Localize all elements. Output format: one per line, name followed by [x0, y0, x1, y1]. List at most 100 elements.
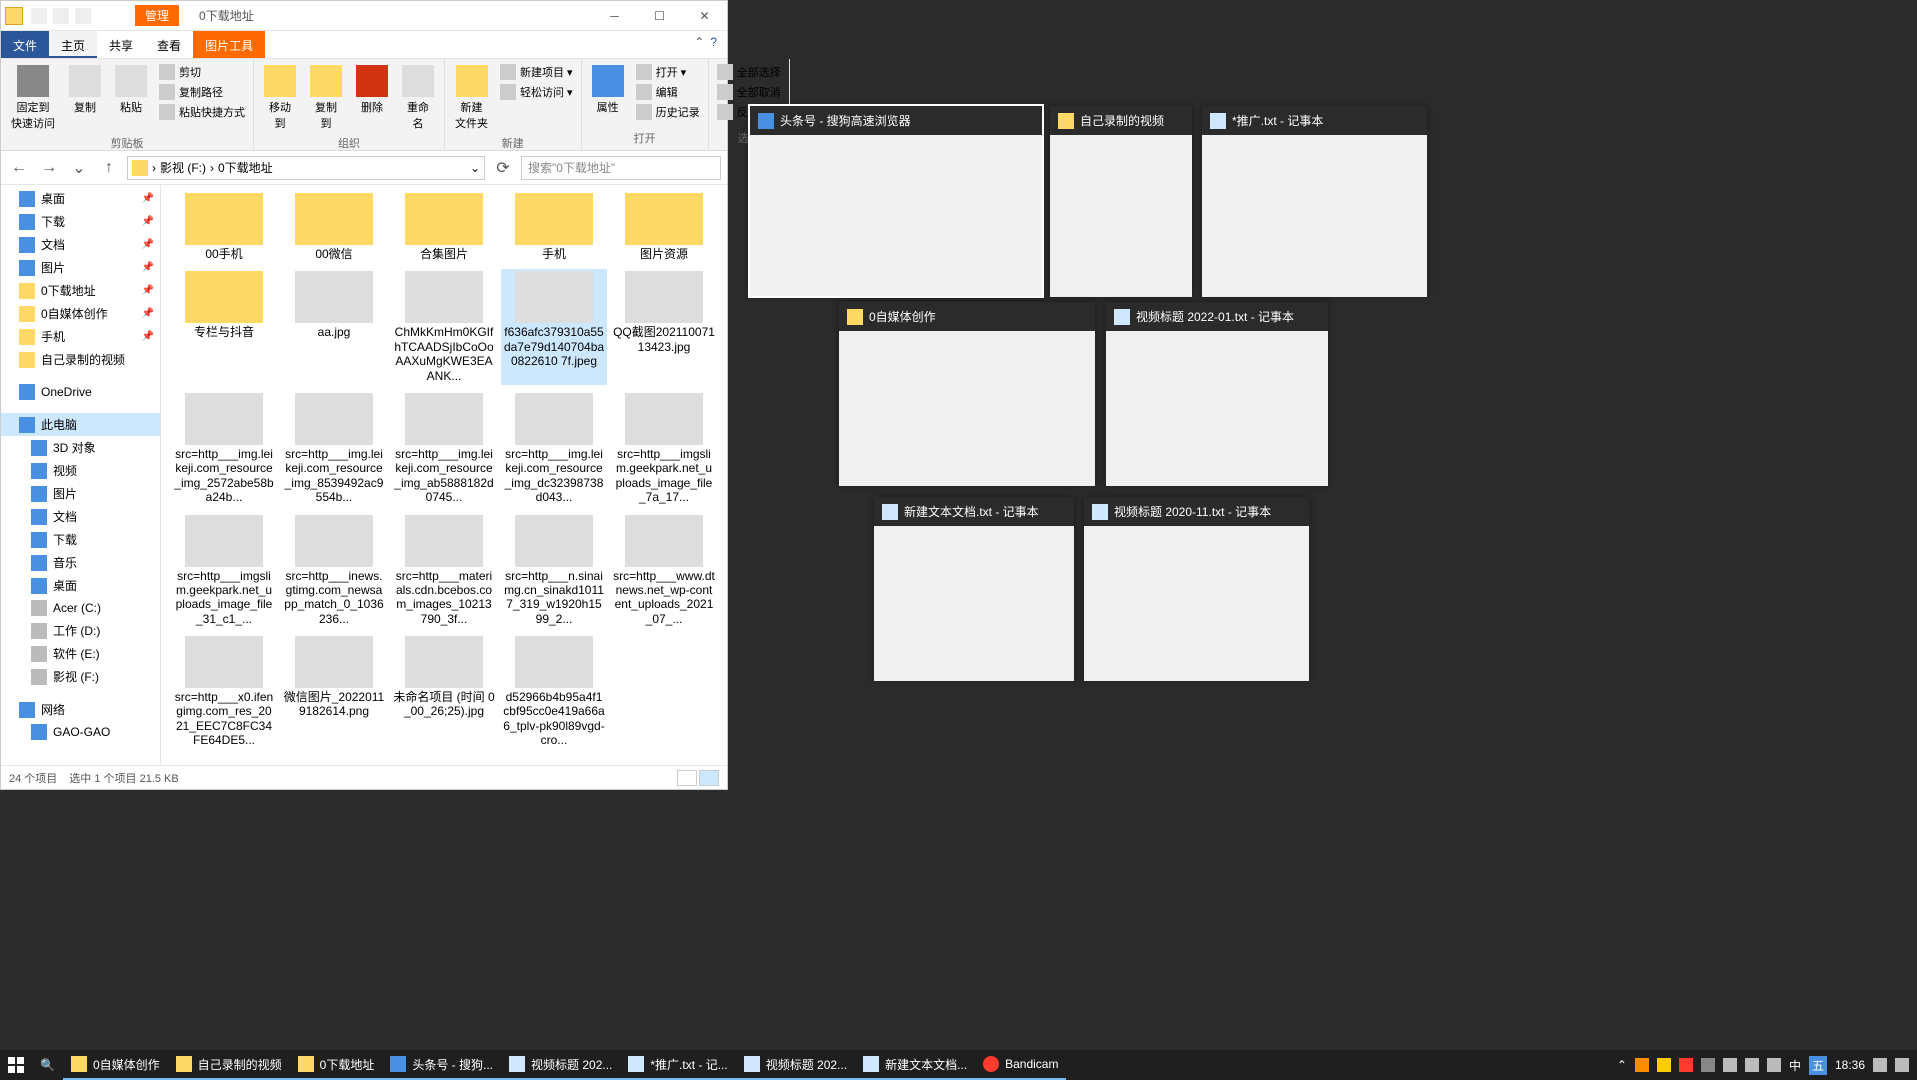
nav-item[interactable]: 0自媒体创作📌 — [1, 302, 160, 325]
task-thumbnail[interactable]: 0自媒体创作 — [839, 302, 1095, 485]
nav-item[interactable]: 下载📌 — [1, 210, 160, 233]
copy-path-button[interactable]: 复制路径 — [157, 83, 247, 101]
taskbar-item[interactable]: Bandicam — [975, 1050, 1066, 1080]
file-item[interactable]: src=http___materials.cdn.bcebos.com_imag… — [391, 513, 497, 629]
close-button[interactable]: ✕ — [682, 2, 727, 30]
file-item[interactable]: src=http___img.leikeji.com_resource_img_… — [171, 391, 277, 507]
paste-button[interactable]: 粘贴 — [111, 63, 151, 117]
file-item[interactable]: src=http___x0.ifengimg.com_res_2021_EEC7… — [171, 634, 277, 750]
tray-icon[interactable] — [1701, 1058, 1715, 1072]
nav-thispc[interactable]: 此电脑 — [1, 413, 160, 436]
taskbar-item[interactable]: 视频标题 202... — [501, 1050, 620, 1080]
taskbar-item[interactable]: 0自媒体创作 — [63, 1050, 168, 1080]
new-folder-button[interactable]: 新建 文件夹 — [451, 63, 492, 133]
task-thumbnail[interactable]: 视频标题 2020-11.txt - 记事本 — [1084, 497, 1309, 680]
nav-onedrive[interactable]: OneDrive — [1, 381, 160, 403]
nav-item[interactable]: 图片 — [1, 482, 160, 505]
battery-icon[interactable] — [1723, 1058, 1737, 1072]
taskbar-item[interactable]: 自己录制的视频 — [168, 1050, 290, 1080]
search-button[interactable]: 🔍 — [32, 1050, 63, 1080]
open-button[interactable]: 打开 ▾ — [634, 63, 702, 81]
file-item[interactable]: 专栏与抖音 — [171, 269, 277, 385]
up-button[interactable]: ↑ — [97, 156, 121, 180]
tray-icon[interactable] — [1657, 1058, 1671, 1072]
properties-button[interactable]: 属性 — [588, 63, 628, 117]
address-bar[interactable]: › 影视 (F:) › 0下载地址 ⌄ — [127, 156, 485, 180]
notifications-icon[interactable] — [1873, 1058, 1887, 1072]
task-thumbnail[interactable]: 头条号 - 搜狗高速浏览器 — [750, 106, 1042, 296]
details-view-button[interactable] — [677, 770, 697, 786]
ime-mode[interactable]: 五 — [1809, 1056, 1827, 1075]
nav-item[interactable]: 文档📌 — [1, 233, 160, 256]
file-item[interactable]: 合集图片 — [391, 191, 497, 263]
task-view-button[interactable] — [1895, 1058, 1909, 1072]
tab-file[interactable]: 文件 — [1, 31, 49, 58]
forward-button[interactable]: → — [37, 156, 61, 180]
file-item[interactable]: d52966b4b95a4f1cbf95cc0e419a66a6_tplv-pk… — [501, 634, 607, 750]
new-item-button[interactable]: 新建项目 ▾ — [498, 63, 575, 81]
maximize-button[interactable]: ☐ — [637, 2, 682, 30]
nav-item[interactable]: 音乐 — [1, 551, 160, 574]
file-item[interactable]: src=http___www.dtnews.net_wp-content_upl… — [611, 513, 717, 629]
help-button[interactable]: ? — [710, 35, 717, 54]
file-item[interactable]: ChMkKmHm0KGIfhTCAADSjIbCoOoAAXuMgKWE3EAA… — [391, 269, 497, 385]
file-item[interactable]: aa.jpg — [281, 269, 387, 385]
task-thumbnail[interactable]: 新建文本文档.txt - 记事本 — [874, 497, 1074, 680]
taskbar-item[interactable]: 头条号 - 搜狗... — [382, 1050, 501, 1080]
task-thumbnail[interactable]: 自己录制的视频 — [1050, 106, 1192, 296]
move-to-button[interactable]: 移动到 — [260, 63, 300, 133]
back-button[interactable]: ← — [7, 156, 31, 180]
copy-button[interactable]: 复制 — [65, 63, 105, 117]
nav-item[interactable]: 影视 (F:) — [1, 665, 160, 688]
file-item[interactable]: src=http___img.leikeji.com_resource_img_… — [391, 391, 497, 507]
task-thumbnail[interactable]: 视频标题 2022-01.txt - 记事本 — [1106, 302, 1328, 485]
nav-item[interactable]: 视频 — [1, 459, 160, 482]
nav-item[interactable]: 下载 — [1, 528, 160, 551]
task-thumbnail[interactable]: *推广.txt - 记事本 — [1202, 106, 1427, 296]
tray-icon[interactable] — [1679, 1058, 1693, 1072]
tray-overflow-button[interactable]: ⌃ — [1617, 1058, 1627, 1072]
delete-button[interactable]: 删除 — [352, 63, 392, 117]
file-item[interactable]: src=http___n.sinaimg.cn_sinakd10117_319_… — [501, 513, 607, 629]
tab-share[interactable]: 共享 — [97, 31, 145, 58]
file-item[interactable]: 00微信 — [281, 191, 387, 263]
cut-button[interactable]: 剪切 — [157, 63, 247, 81]
qat-button[interactable] — [53, 8, 69, 24]
nav-item[interactable]: 图片📌 — [1, 256, 160, 279]
start-button[interactable] — [0, 1050, 32, 1080]
thumbnails-view-button[interactable] — [699, 770, 719, 786]
file-item[interactable]: 未命名项目 (时间 0_00_26;25).jpg — [391, 634, 497, 750]
ribbon-collapse-button[interactable]: ⌃ — [694, 35, 704, 54]
volume-icon[interactable] — [1745, 1058, 1759, 1072]
taskbar-item[interactable]: 0下载地址 — [290, 1050, 383, 1080]
nav-network[interactable]: 网络 — [1, 698, 160, 721]
file-item[interactable]: src=http___inews.gtimg.com_newsapp_match… — [281, 513, 387, 629]
tray-icon[interactable] — [1635, 1058, 1649, 1072]
file-item[interactable]: src=http___imgslim.geekpark.net_uploads_… — [611, 391, 717, 507]
copy-to-button[interactable]: 复制到 — [306, 63, 346, 133]
file-item[interactable]: src=http___img.leikeji.com_resource_img_… — [281, 391, 387, 507]
select-all-button[interactable]: 全部选择 — [715, 63, 783, 81]
file-item[interactable]: 微信图片_20220119182614.png — [281, 634, 387, 750]
nav-item[interactable]: 0下载地址📌 — [1, 279, 160, 302]
pin-to-quick-access-button[interactable]: 固定到 快速访问 — [7, 63, 59, 133]
edit-button[interactable]: 编辑 — [634, 83, 702, 101]
nav-item[interactable]: GAO-GAO — [1, 721, 160, 743]
file-item[interactable]: 图片资源 — [611, 191, 717, 263]
file-item[interactable]: f636afc379310a55da7e79d140704ba0822610 7… — [501, 269, 607, 385]
network-icon[interactable] — [1767, 1058, 1781, 1072]
nav-item[interactable]: Acer (C:) — [1, 597, 160, 619]
ime-indicator[interactable]: 中 — [1789, 1057, 1801, 1074]
nav-item[interactable]: 桌面📌 — [1, 187, 160, 210]
nav-item[interactable]: 文档 — [1, 505, 160, 528]
paste-shortcut-button[interactable]: 粘贴快捷方式 — [157, 103, 247, 121]
tab-picture-tools[interactable]: 图片工具 — [193, 31, 265, 58]
recent-locations-button[interactable]: ⌄ — [67, 156, 91, 180]
file-item[interactable]: 手机 — [501, 191, 607, 263]
rename-button[interactable]: 重命名 — [398, 63, 438, 133]
qat-dropdown[interactable] — [75, 8, 91, 24]
refresh-button[interactable]: ⟳ — [491, 156, 515, 180]
easy-access-button[interactable]: 轻松访问 ▾ — [498, 83, 575, 101]
history-button[interactable]: 历史记录 — [634, 103, 702, 121]
nav-item[interactable]: 手机📌 — [1, 325, 160, 348]
